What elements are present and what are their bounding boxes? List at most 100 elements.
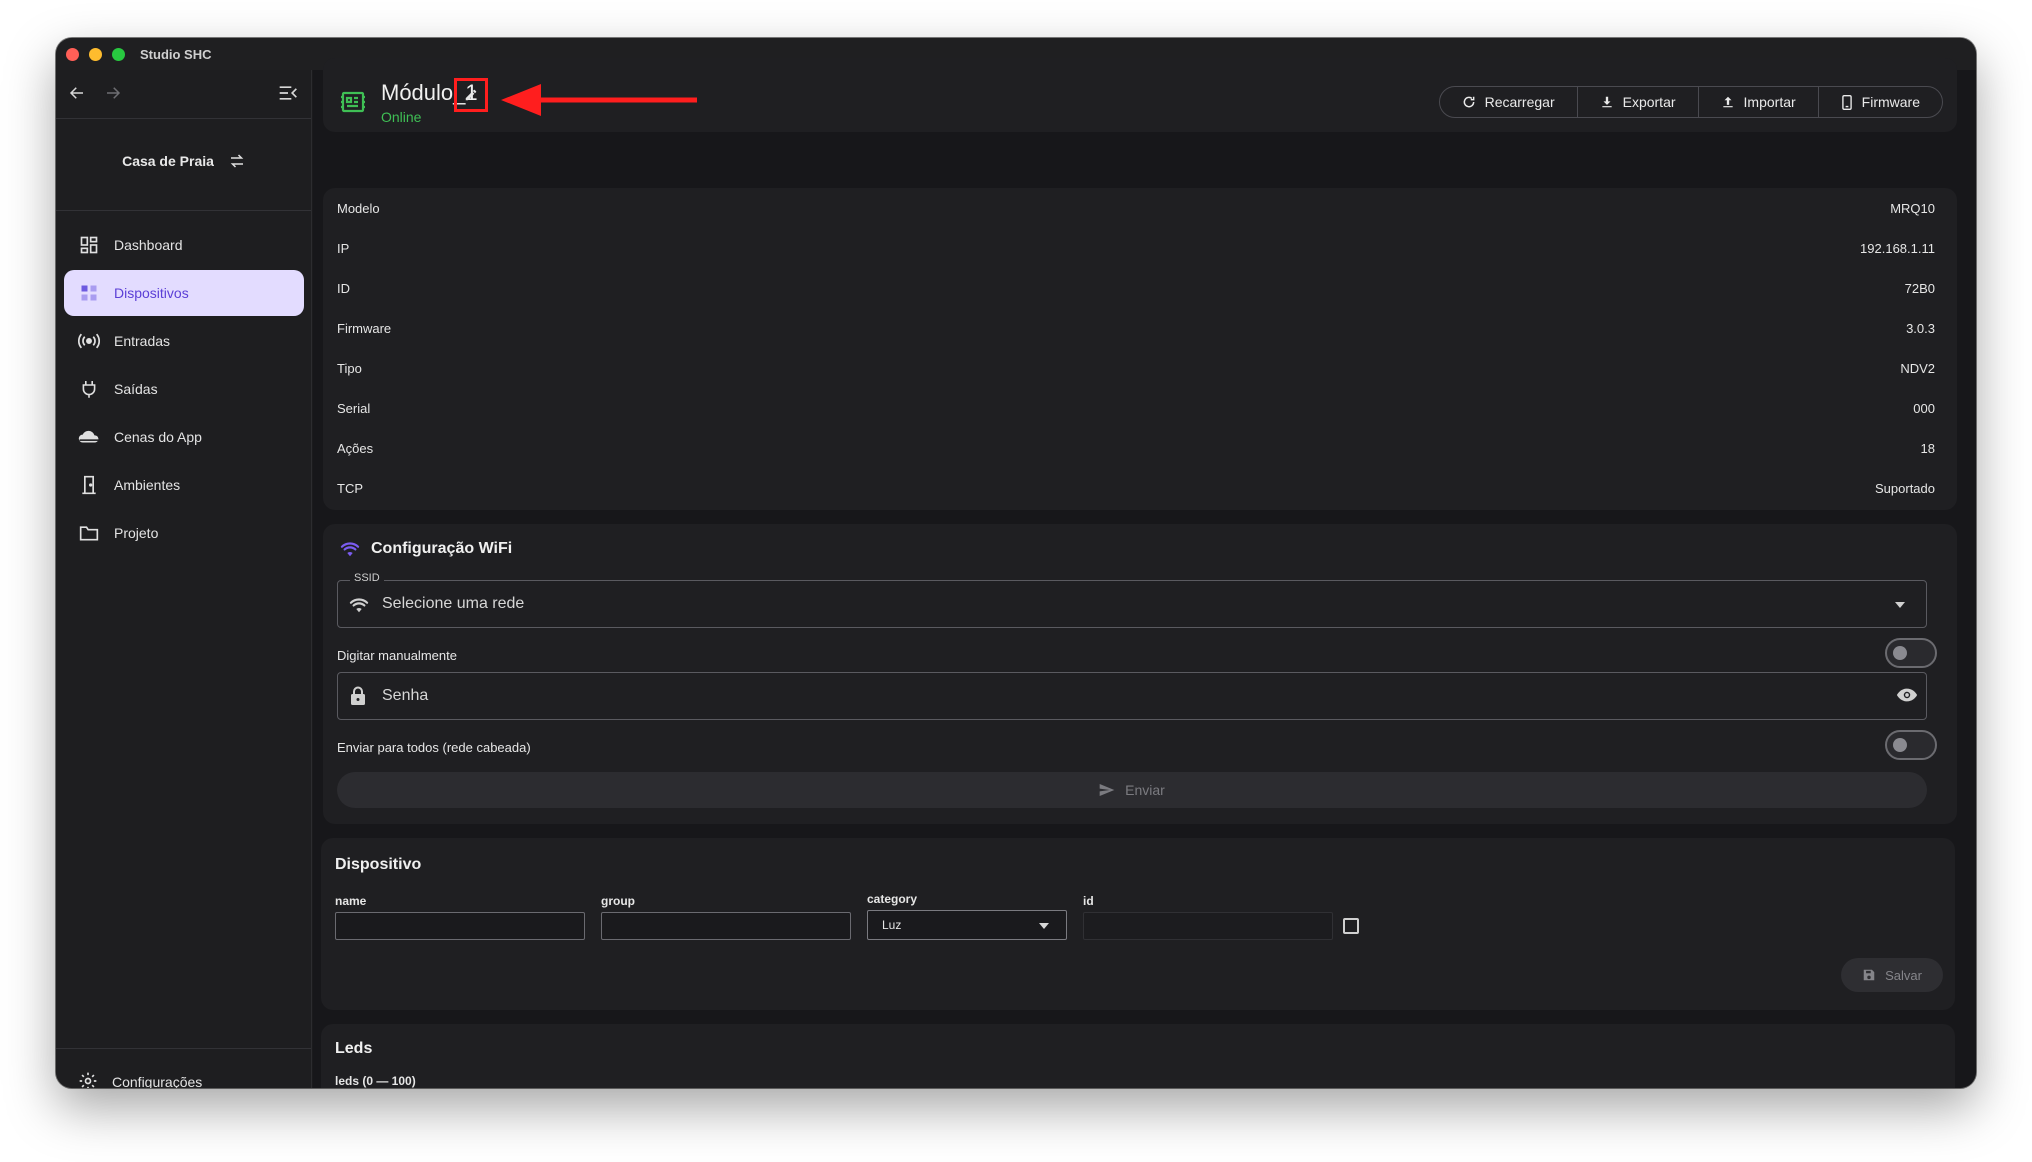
chevron-down-icon	[1039, 923, 1049, 929]
devices-icon	[78, 282, 100, 304]
send-all-toggle[interactable]	[1885, 730, 1937, 760]
group-input[interactable]	[601, 912, 851, 940]
device-header: Módulo_1 Online Recarregar Exportar Impo…	[323, 58, 1957, 132]
password-field[interactable]: Senha	[337, 672, 1927, 720]
info-row: ID 72B0	[337, 280, 1935, 296]
sidebar-item-saidas[interactable]: Saídas	[64, 366, 304, 412]
send-icon	[1099, 784, 1115, 796]
sidebar-item-ambientes[interactable]: Ambientes	[64, 462, 304, 508]
zoom-window-button[interactable]	[112, 48, 125, 61]
sidebar-item-label: Projeto	[114, 525, 159, 541]
dashboard-icon	[78, 234, 100, 256]
toggle-visibility-button[interactable]	[1896, 687, 1918, 703]
id-checkbox[interactable]	[1343, 918, 1359, 934]
main-content: Módulo_1 Online Recarregar Exportar Impo…	[313, 58, 1976, 1088]
info-row: Modelo MRQ10	[337, 200, 1935, 216]
manual-entry-toggle[interactable]	[1885, 638, 1937, 668]
id-input[interactable]	[1083, 912, 1333, 940]
settings-label: Configurações	[112, 1074, 203, 1088]
sidebar-item-label: Dispositivos	[114, 285, 189, 301]
sidebar-item-label: Saídas	[114, 381, 158, 397]
sidebar-item-entradas[interactable]: Entradas	[64, 318, 304, 364]
export-button[interactable]: Exportar	[1578, 87, 1699, 117]
sidebar-divider	[56, 210, 311, 211]
group-label: group	[601, 894, 635, 908]
app-window: Studio SHC Casa de Praia Dashboard Dispo…	[56, 38, 1976, 1088]
info-row: IP 192.168.1.11	[337, 240, 1935, 256]
category-label: category	[867, 892, 918, 906]
device-info-table: Modelo MRQ10 IP 192.168.1.11 ID 72B0 Firmwa…	[323, 188, 1957, 510]
manual-entry-label: Digitar manualmente	[337, 648, 457, 663]
sidebar-item-label: Ambientes	[114, 477, 181, 493]
menu-collapse-icon	[279, 86, 297, 100]
phone-icon	[1841, 94, 1852, 110]
status-badge: Online	[381, 109, 422, 125]
device-form-card: Dispositivo name group category Luz id S…	[321, 838, 1955, 1010]
lock-icon	[351, 686, 365, 705]
send-all-label: Enviar para todos (rede cabeada)	[337, 740, 531, 755]
import-button[interactable]: Importar	[1699, 87, 1819, 117]
sidebar-item-label: Dashboard	[114, 237, 183, 253]
ssid-placeholder: Selecione uma rede	[382, 595, 525, 612]
annotation-arrow-icon	[501, 84, 697, 116]
ssid-select[interactable]: SSID Selecione uma rede	[337, 572, 1927, 628]
info-row: Tipo NDV2	[337, 360, 1935, 376]
ssid-label: SSID	[350, 572, 384, 584]
sidebar-item-projeto[interactable]: Projeto	[64, 510, 304, 556]
folder-icon	[78, 522, 100, 544]
sidebar-item-cenas[interactable]: Cenas do App	[64, 414, 304, 460]
chevron-down-icon	[1895, 602, 1905, 608]
sidebar-nav: Dashboard Dispositivos Entradas Saídas C…	[64, 222, 304, 558]
leds-label: leds (0 — 100)	[335, 1074, 416, 1088]
wifi-field-icon	[349, 598, 369, 613]
project-name: Casa de Praia	[122, 153, 214, 169]
id-label: id	[1083, 894, 1094, 908]
download-icon	[1601, 96, 1612, 108]
category-value: Luz	[882, 918, 902, 932]
name-label: name	[335, 894, 367, 908]
sidebar-item-dispositivos[interactable]: Dispositivos	[64, 270, 304, 316]
eye-icon	[1896, 688, 1918, 702]
refresh-icon	[1463, 96, 1474, 108]
window-title: Studio SHC	[140, 47, 212, 62]
device-section-title: Dispositivo	[335, 856, 422, 873]
leds-card: Leds leds (0 — 100) − 94 +	[321, 1024, 1955, 1088]
device-actions: Recarregar Exportar Importar Firmware	[1438, 86, 1943, 118]
plug-icon	[78, 378, 100, 400]
leds-section-title: Leds	[335, 1040, 373, 1057]
category-select[interactable]: Luz	[867, 910, 1067, 940]
info-row: Serial 000	[337, 400, 1935, 416]
edit-name-button[interactable]	[454, 78, 488, 112]
sidebar-divider	[56, 1048, 311, 1049]
upload-icon	[1722, 96, 1733, 108]
close-window-button[interactable]	[66, 48, 79, 61]
wifi-section-title: Configuração WiFi	[339, 540, 512, 558]
gear-icon	[78, 1071, 98, 1088]
sidebar-item-dashboard[interactable]: Dashboard	[64, 222, 304, 268]
sidebar-item-label: Cenas do App	[114, 429, 202, 445]
back-button[interactable]	[64, 80, 90, 106]
send-button[interactable]: Enviar	[337, 772, 1927, 808]
sidebar-divider	[56, 118, 311, 119]
door-icon	[78, 474, 100, 496]
project-switcher[interactable]: Casa de Praia	[56, 140, 312, 182]
arrow-right-icon	[107, 87, 121, 99]
minimize-window-button[interactable]	[89, 48, 102, 61]
sidebar-item-configuracoes[interactable]: Configurações	[64, 1060, 304, 1088]
info-row: TCP Suportado	[337, 480, 1935, 496]
info-row: Firmware 3.0.3	[337, 320, 1935, 336]
collapse-sidebar-button[interactable]	[275, 80, 301, 106]
wifi-config-card: Configuração WiFi SSID Selecione uma red…	[323, 524, 1957, 824]
arrow-left-icon	[69, 87, 83, 99]
cloud-icon	[78, 426, 100, 448]
sidebar: Casa de Praia Dashboard Dispositivos Ent…	[56, 70, 312, 1088]
name-input[interactable]	[335, 912, 585, 940]
swap-icon	[230, 154, 244, 168]
info-row: Ações 18	[337, 440, 1935, 456]
pencil-icon	[465, 89, 477, 101]
firmware-button[interactable]: Firmware	[1819, 87, 1942, 117]
forward-button[interactable]	[100, 80, 126, 106]
broadcast-icon	[78, 330, 100, 352]
save-button[interactable]: Salvar	[1841, 958, 1943, 992]
reload-button[interactable]: Recarregar	[1440, 87, 1578, 117]
